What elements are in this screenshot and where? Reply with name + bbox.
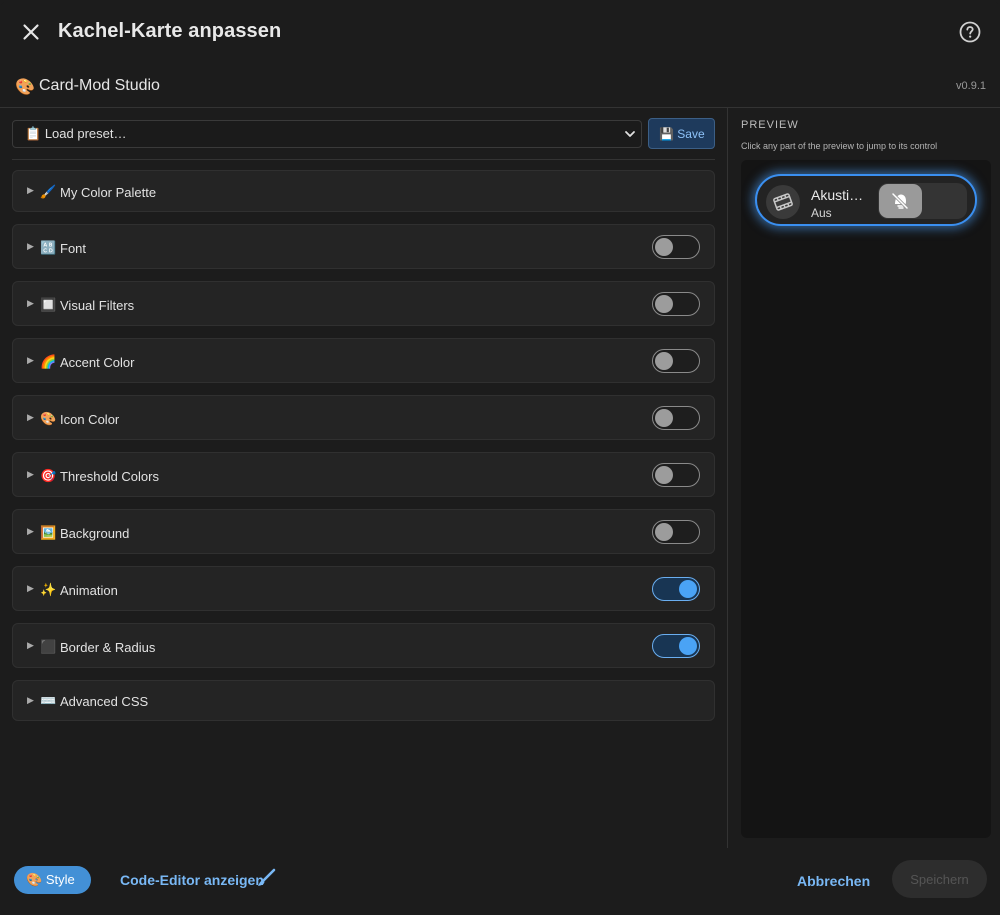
expand-triangle-icon: ▶	[27, 695, 34, 705]
section-label: Border & Radius	[60, 640, 156, 655]
tile-name: Akusti…	[811, 187, 864, 203]
studio-bar: 🎨 Card-Mod Studio v0.9.1	[0, 64, 1000, 108]
section-toggle[interactable]	[652, 634, 700, 658]
save-preset-button[interactable]: 💾 Save	[648, 118, 715, 149]
section-label: Advanced CSS	[60, 694, 149, 709]
help-circle-icon[interactable]	[958, 20, 982, 44]
style-tab-button[interactable]: 🎨 Style	[14, 866, 91, 894]
section-threshold-colors[interactable]: ▶ 🎯 Threshold Colors	[12, 452, 715, 497]
palette-icon: 🎨	[15, 79, 35, 96]
section-font[interactable]: ▶ 🔠 Font	[12, 224, 715, 269]
motion-sensor-off-icon	[891, 192, 909, 210]
toggle-knob	[655, 409, 673, 427]
square-icon: 🔲	[40, 297, 57, 312]
section-toggle[interactable]	[652, 463, 700, 487]
section-advanced-css[interactable]: ▶ ⌨️ Advanced CSS	[12, 680, 715, 721]
palette-icon: 🎨	[26, 872, 43, 887]
rainbow-icon: 🌈	[40, 354, 57, 369]
section-visual-filters[interactable]: ▶ 🔲 Visual Filters	[12, 281, 715, 326]
chevron-down-icon	[625, 131, 635, 137]
section-accent-color[interactable]: ▶ 🌈 Accent Color	[12, 338, 715, 383]
section-background[interactable]: ▶ 🖼️ Background	[12, 509, 715, 554]
floppy-disk-icon: 💾	[659, 127, 674, 141]
toggle-knob	[655, 523, 673, 541]
section-toggle[interactable]	[652, 235, 700, 259]
toggle-knob	[655, 295, 673, 313]
section-toggle[interactable]	[652, 349, 700, 373]
divider	[12, 159, 715, 160]
toggle-knob	[679, 580, 697, 598]
section-label: Accent Color	[60, 355, 135, 370]
code-editor-label: Code-Editor anzeigen	[120, 872, 264, 888]
keyboard-icon: ⌨️	[40, 693, 57, 708]
section-toggle[interactable]	[652, 406, 700, 430]
close-icon[interactable]	[18, 19, 44, 45]
black-square-icon: ⬛	[40, 639, 57, 654]
preview-area: Akusti… Aus	[741, 160, 991, 838]
section-border-radius[interactable]: ▶ ⬛ Border & Radius	[12, 623, 715, 668]
cancel-button[interactable]: Abbrechen	[797, 873, 870, 889]
save-preset-label: Save	[677, 127, 705, 141]
studio-name: Card-Mod Studio	[39, 77, 160, 94]
section-toggle[interactable]	[652, 577, 700, 601]
preview-pane: PREVIEW Click any part of the preview to…	[729, 108, 1000, 848]
expand-triangle-icon: ▶	[27, 241, 34, 251]
section-toggle[interactable]	[652, 292, 700, 316]
section-toggle[interactable]	[652, 520, 700, 544]
picture-icon: 🖼️	[40, 525, 57, 540]
section-animation[interactable]: ▶ ✨ Animation	[12, 566, 715, 611]
preview-subtitle: Click any part of the preview to jump to…	[741, 141, 938, 151]
controls-pane: 📋 Load preset… 💾 Save ▶ 🖌️ My Color Pale…	[0, 108, 728, 848]
save-button[interactable]: Speichern	[892, 860, 987, 898]
tile-switch[interactable]	[878, 183, 967, 219]
expand-triangle-icon: ▶	[27, 185, 34, 195]
film-icon[interactable]	[766, 185, 800, 219]
customize-tile-dialog: Kachel-Karte anpassen 🎨 Card-Mod Studio …	[0, 0, 1000, 915]
tile-state: Aus	[811, 206, 832, 220]
expand-triangle-icon: ▶	[27, 526, 34, 536]
preset-select[interactable]: 📋 Load preset…	[12, 120, 642, 148]
section-label: Animation	[60, 583, 118, 598]
expand-triangle-icon: ▶	[27, 355, 34, 365]
target-icon: 🎯	[40, 468, 57, 483]
section-label: My Color Palette	[60, 185, 157, 200]
section-label: Icon Color	[60, 412, 120, 427]
tile-switch-thumb	[879, 184, 922, 218]
section-label: Visual Filters	[60, 298, 135, 313]
sparkles-icon: ✨	[40, 582, 57, 597]
paintbrush-icon: 🖌️	[40, 184, 57, 199]
preset-selected-value: Load preset…	[44, 126, 127, 141]
section-label: Background	[60, 526, 130, 541]
dialog-footer: 🎨 Style Code-Editor anzeigen Abbrechen S…	[0, 848, 1000, 915]
expand-triangle-icon: ▶	[27, 298, 34, 308]
section-my-color-palette[interactable]: ▶ 🖌️ My Color Palette	[12, 170, 715, 212]
preview-title: PREVIEW	[741, 119, 799, 131]
version-label: v0.9.1	[956, 80, 986, 92]
dialog-title: Kachel-Karte anpassen	[58, 20, 282, 42]
letters-icon: 🔠	[40, 240, 57, 255]
show-code-editor-button[interactable]: Code-Editor anzeigen	[120, 868, 276, 888]
style-label: Style	[45, 872, 75, 887]
section-icon-color[interactable]: ▶ 🎨 Icon Color	[12, 395, 715, 440]
palette-icon: 🎨	[40, 411, 57, 426]
toggle-knob	[655, 352, 673, 370]
expand-triangle-icon: ▶	[27, 583, 34, 593]
preview-tile[interactable]: Akusti… Aus	[755, 174, 977, 226]
toggle-knob	[655, 238, 673, 256]
section-label: Font	[60, 241, 87, 256]
section-label: Threshold Colors	[60, 469, 159, 484]
expand-triangle-icon: ▶	[27, 469, 34, 479]
toggle-knob	[655, 466, 673, 484]
toggle-knob	[679, 637, 697, 655]
expand-triangle-icon: ▶	[27, 640, 34, 650]
paintbrush-icon	[258, 868, 276, 886]
clipboard-icon: 📋	[25, 126, 42, 141]
expand-triangle-icon: ▶	[27, 412, 34, 422]
dialog-header: Kachel-Karte anpassen	[0, 0, 1000, 64]
